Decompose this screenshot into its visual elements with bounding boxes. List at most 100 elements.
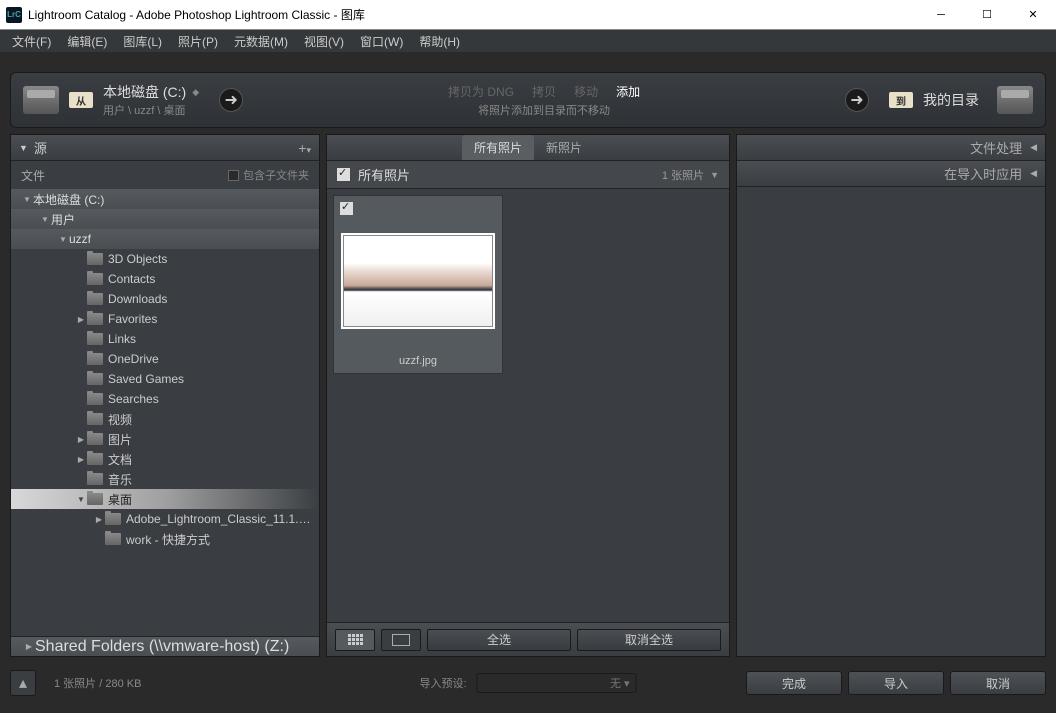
copy-option[interactable]: 拷贝: [532, 83, 556, 100]
import-subtitle: 将照片添加到目录而不移动: [478, 102, 610, 118]
thumbnail-checkbox[interactable]: [340, 202, 353, 215]
thumbnail-filename: uzzf.jpg: [399, 355, 437, 367]
photo-count: 1 张照片: [662, 167, 704, 183]
folder-tree-item[interactable]: ▶文档: [11, 449, 319, 469]
folder-tree-item[interactable]: ▼uzzf: [11, 229, 319, 249]
folder-label: Links: [108, 332, 313, 346]
thumbnail-item[interactable]: uzzf.jpg: [333, 195, 503, 374]
folder-icon: [87, 273, 103, 285]
add-option[interactable]: 添加: [616, 83, 640, 100]
shared-folders-item[interactable]: ▶ Shared Folders (\\vmware-host) (Z:): [11, 636, 319, 656]
chevron-down-icon: ▼: [57, 235, 69, 244]
copy-as-dng-option[interactable]: 拷贝为 DNG: [448, 83, 514, 100]
folder-tree-item[interactable]: 3D Objects: [11, 249, 319, 269]
collapse-toggle[interactable]: ▴: [10, 670, 36, 696]
folder-icon: [87, 293, 103, 305]
minimize-button[interactable]: ─: [918, 0, 964, 30]
tab-new-photos[interactable]: 新照片: [534, 135, 594, 160]
sort-dropdown[interactable]: ▼: [710, 170, 719, 180]
folder-icon: [105, 533, 121, 545]
thumbnail-image[interactable]: [343, 235, 493, 327]
folder-icon: [87, 413, 103, 425]
disk-icon: [23, 86, 59, 114]
done-button[interactable]: 完成: [746, 671, 842, 695]
arrow-right-icon[interactable]: ➜: [845, 88, 869, 112]
folder-tree-item[interactable]: ▼ 桌面: [11, 489, 319, 509]
folder-label: Downloads: [108, 292, 313, 306]
source-badge: 从: [69, 92, 93, 108]
folder-tree-item[interactable]: ▶ 图片: [11, 429, 319, 449]
menu-item[interactable]: 窗口(W): [352, 31, 411, 52]
chevron-left-icon: ◀: [1030, 168, 1037, 179]
folder-tree-item[interactable]: 音乐: [11, 469, 319, 489]
menu-item[interactable]: 照片(P): [170, 31, 226, 52]
window-title: Lightroom Catalog - Adobe Photoshop Ligh…: [28, 6, 918, 23]
cancel-button[interactable]: 取消: [950, 671, 1046, 695]
menu-item[interactable]: 帮助(H): [411, 31, 468, 52]
add-source-button[interactable]: +▾: [298, 140, 311, 156]
folder-icon: [105, 513, 121, 525]
folder-tree-item[interactable]: ▼用户: [11, 209, 319, 229]
move-option[interactable]: 移动: [574, 83, 598, 100]
include-subfolders-checkbox[interactable]: 包含子文件夹: [228, 167, 309, 183]
menu-item[interactable]: 编辑(E): [59, 31, 115, 52]
select-all-checkbox[interactable]: [337, 168, 350, 181]
folder-tree-item[interactable]: OneDrive: [11, 349, 319, 369]
folder-label: Saved Games: [108, 372, 313, 386]
folder-tree-item[interactable]: Contacts: [11, 269, 319, 289]
deselect-all-button[interactable]: 取消全选: [577, 629, 721, 651]
folder-tree-item[interactable]: Searches: [11, 389, 319, 409]
tab-all-photos[interactable]: 所有照片: [462, 135, 534, 160]
select-all-button[interactable]: 全选: [427, 629, 571, 651]
menu-item[interactable]: 视图(V): [296, 31, 352, 52]
arrow-right-icon[interactable]: ➜: [219, 88, 243, 112]
files-label: 文件: [21, 167, 45, 184]
import-preset-dropdown[interactable]: 无 ▾: [477, 673, 637, 693]
chevron-right-icon: ▶: [93, 515, 105, 524]
import-button[interactable]: 导入: [848, 671, 944, 695]
chevron-down-icon: ▼: [21, 195, 33, 204]
folder-icon: [87, 433, 103, 445]
preview-panel: 所有照片 新照片 所有照片 1 张照片 ▼ uzzf.jpg: [326, 134, 730, 657]
folder-icon: [87, 393, 103, 405]
apply-during-import-header[interactable]: 在导入时应用 ◀: [737, 161, 1045, 187]
folder-tree-item[interactable]: Links: [11, 329, 319, 349]
maximize-button[interactable]: ☐: [964, 0, 1010, 30]
folder-tree-item[interactable]: ▶Adobe_Lightroom_Classic_11.1.0.20211202…: [11, 509, 319, 529]
folder-label: 视频: [108, 411, 313, 428]
folder-tree-item[interactable]: ▶Favorites: [11, 309, 319, 329]
grid-view-button[interactable]: [335, 629, 375, 651]
folder-tree-item[interactable]: Saved Games: [11, 369, 319, 389]
chevron-right-icon: ▶: [75, 315, 87, 324]
folder-label: 音乐: [108, 471, 313, 488]
folder-label: uzzf: [69, 232, 313, 246]
settings-panel: 文件处理 ◀ 在导入时应用 ◀: [736, 134, 1046, 657]
menu-item[interactable]: 文件(F): [4, 31, 59, 52]
import-toolbar: 从 本地磁盘 (C:)◆ 用户 \ uzzf \ 桌面 ➜ 拷贝为 DNG 拷贝…: [10, 72, 1046, 128]
folder-label: 图片: [108, 431, 313, 448]
chevron-down-icon: ▼: [75, 495, 87, 504]
folder-tree-item[interactable]: work - 快捷方式: [11, 529, 319, 549]
menu-item[interactable]: 图库(L): [115, 31, 170, 52]
folder-icon: [87, 313, 103, 325]
file-handling-header[interactable]: 文件处理 ◀: [737, 135, 1045, 161]
folder-label: Contacts: [108, 272, 313, 286]
folder-label: 桌面: [108, 491, 313, 508]
source-selector[interactable]: 本地磁盘 (C:)◆ 用户 \ uzzf \ 桌面: [103, 82, 199, 118]
loupe-view-button[interactable]: [381, 629, 421, 651]
disk-icon: [997, 86, 1033, 114]
chevron-right-icon: ▶: [75, 435, 87, 444]
source-panel-header[interactable]: ▼ 源 +▾: [11, 135, 319, 161]
folder-icon: [87, 253, 103, 265]
folder-label: 本地磁盘 (C:): [33, 191, 313, 208]
preview-title: 所有照片: [358, 165, 410, 184]
folder-tree-item[interactable]: ▼本地磁盘 (C:): [11, 189, 319, 209]
destination-label[interactable]: 我的目录: [923, 90, 979, 110]
menu-item[interactable]: 元数据(M): [226, 31, 296, 52]
folder-tree-item[interactable]: 视频: [11, 409, 319, 429]
folder-icon: [87, 353, 103, 365]
folder-tree-item[interactable]: Downloads: [11, 289, 319, 309]
close-button[interactable]: ✕: [1010, 0, 1056, 30]
menubar: 文件(F)编辑(E)图库(L)照片(P)元数据(M)视图(V)窗口(W)帮助(H…: [0, 30, 1056, 52]
chevron-left-icon: ◀: [1030, 142, 1037, 153]
